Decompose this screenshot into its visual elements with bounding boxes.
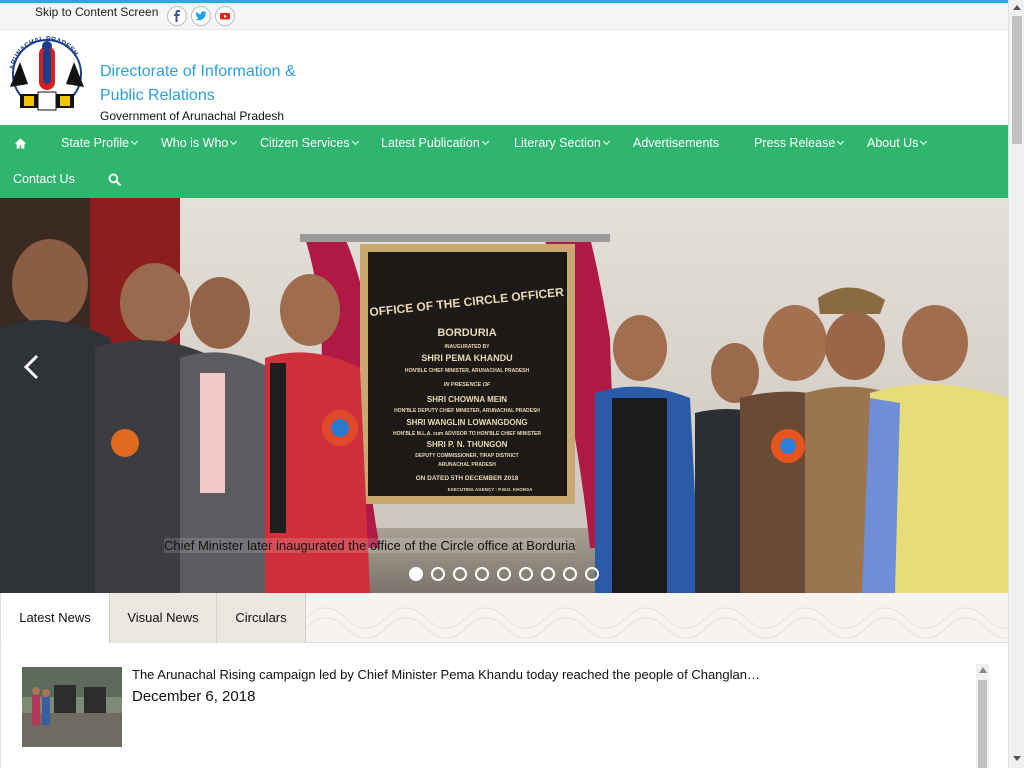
twitter-icon[interactable] (191, 6, 211, 26)
plaque-line-3: INAUGURATED BY (445, 344, 491, 350)
chevron-left-icon[interactable] (20, 353, 44, 381)
chevron-down-icon (920, 137, 928, 146)
page-scrollbar-thumb[interactable] (1012, 16, 1022, 144)
slider-dot[interactable] (431, 567, 445, 581)
nav-item-advertisements[interactable]: Advertisements (633, 125, 719, 161)
news-panel: The Arunachal Rising campaign led by Chi… (0, 643, 1008, 768)
chevron-down-icon (602, 137, 610, 146)
nav-item-state-profile[interactable]: State Profile (61, 125, 139, 161)
nav-label: Who is Who (161, 136, 229, 150)
chevron-down-icon (837, 137, 845, 146)
plaque-line-14: ON DATED 5TH DECEMBER 2018 (416, 475, 519, 482)
nav-item-latest-publication[interactable]: Latest Publication (381, 125, 489, 161)
slide-caption: Chief Minister later inaugurated the off… (164, 538, 576, 553)
main-navbar: State Profile Who is Who Citizen Service… (0, 125, 1008, 198)
youtube-icon[interactable] (215, 6, 235, 26)
news-headline-link[interactable]: The Arunachal Rising campaign led by Chi… (132, 667, 760, 682)
hero-slider[interactable]: OFFICE OF THE CIRCLE OFFICER BORDURIA IN… (0, 198, 1008, 593)
tab-circulars[interactable]: Circulars (217, 593, 306, 643)
skip-to-content-link[interactable]: Skip to Content Screen (35, 5, 158, 19)
page-scrollbar[interactable] (1008, 0, 1024, 768)
plaque-line-2: BORDURIA (437, 327, 496, 339)
tab-latest-news[interactable]: Latest News (0, 593, 110, 643)
nav-item-citizen-services[interactable]: Citizen Services (260, 125, 359, 161)
tab-visual-news[interactable]: Visual News (110, 593, 217, 643)
government-subtitle: Government of Arunachal Pradesh (100, 109, 285, 123)
nav-item-about-us[interactable]: About Us (867, 125, 928, 161)
slider-pagination (409, 567, 599, 583)
news-date: December 6, 2018 (132, 688, 256, 705)
nav-label: Press Release (754, 136, 836, 150)
scroll-up-icon[interactable] (979, 667, 987, 673)
nav-label: Citizen Services (260, 136, 350, 150)
scroll-up-icon[interactable] (1013, 5, 1021, 10)
plaque-line-12: DEPUTY COMMISSIONER, TIRAP DISTRICT (415, 453, 518, 459)
scroll-down-icon[interactable] (1013, 756, 1021, 761)
nav-label: Contact Us (13, 172, 75, 186)
plaque-line-4: SHRI PEMA KHANDU (421, 353, 512, 363)
search-icon[interactable] (108, 161, 121, 197)
department-title-line-2: Public Relations (100, 87, 215, 104)
decorative-pattern (306, 607, 1008, 639)
plaque-line-9: SHRI WANGLIN LOWANGDONG (406, 418, 527, 427)
nav-item-press-release[interactable]: Press Release (754, 125, 845, 161)
department-title-line-1: Directorate of Information & (100, 63, 296, 80)
slider-dot[interactable] (409, 567, 423, 581)
slider-dot[interactable] (453, 567, 467, 581)
chevron-down-icon (131, 137, 139, 146)
nav-item-contact-us[interactable]: Contact Us (13, 161, 75, 197)
nav-item-literary-section[interactable]: Literary Section (514, 125, 610, 161)
plaque-line-11: SHRI P. N. THUNGON (427, 440, 508, 449)
slider-dot[interactable] (519, 567, 533, 581)
plaque-line-8: HON'BLE DEPUTY CHIEF MINISTER, ARUNACHAL… (394, 408, 540, 414)
nav-label: Latest Publication (381, 136, 480, 150)
site-header: ARUNACHAL PRADESH Directorate of Informa… (0, 30, 1008, 125)
plaque-line-5: HON'BLE CHIEF MINISTER, ARUNACHAL PRADES… (405, 368, 530, 374)
news-tabbar: Latest News Visual News Circulars (0, 593, 1008, 643)
nav-label: Literary Section (514, 136, 601, 150)
chevron-down-icon (230, 137, 238, 146)
plaque-line-13: ARUNACHAL PRADESH (438, 462, 496, 468)
slider-dot[interactable] (475, 567, 489, 581)
slider-dot[interactable] (585, 567, 599, 581)
nav-label: State Profile (61, 136, 130, 150)
news-scrollbar-thumb[interactable] (978, 680, 987, 768)
plaque-line-6: IN PRESENCE OF (444, 382, 491, 388)
nav-label: About Us (867, 136, 919, 150)
facebook-icon[interactable] (167, 6, 187, 26)
plaque-line-10: HON'BLE M.L.A. cum ADVISOR TO HON'BLE CH… (393, 431, 541, 437)
department-title[interactable]: Directorate of Information & Public Rela… (100, 60, 330, 108)
news-scrollbar[interactable] (976, 664, 989, 768)
nav-item-who-is-who[interactable]: Who is Who (161, 125, 238, 161)
chevron-down-icon (351, 137, 359, 146)
nav-label: Advertisements (633, 136, 720, 150)
home-icon[interactable] (14, 125, 27, 161)
state-emblem-logo[interactable]: ARUNACHAL PRADESH (2, 32, 92, 116)
slider-dot[interactable] (563, 567, 577, 581)
plaque-line-15: EXECUTING AGENCY : P.W.D. KHONSA (448, 487, 533, 492)
chevron-down-icon (481, 137, 489, 146)
slider-dot[interactable] (497, 567, 511, 581)
plaque-line-7: SHRI CHOWNA MEIN (427, 395, 507, 404)
news-thumbnail[interactable] (22, 667, 122, 747)
slide-photo: OFFICE OF THE CIRCLE OFFICER BORDURIA IN… (0, 198, 1008, 593)
slider-dot[interactable] (541, 567, 555, 581)
utility-bar: Skip to Content Screen (0, 3, 1008, 30)
